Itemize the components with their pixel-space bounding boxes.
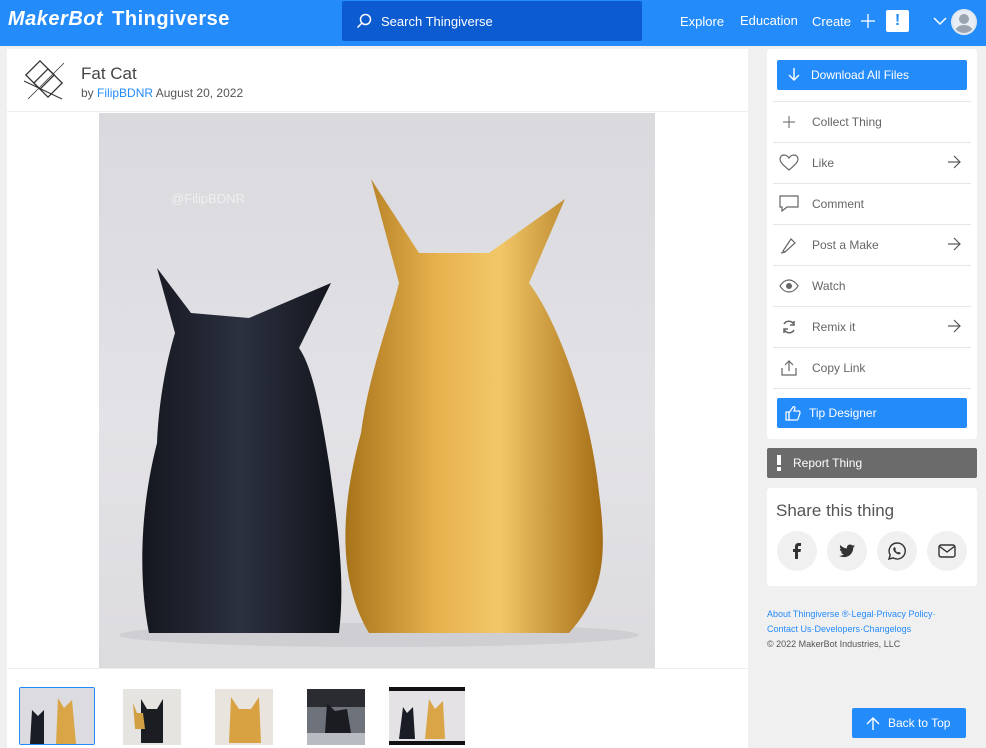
copyright-text: © 2022 MakerBot Industries, LLC bbox=[767, 639, 901, 649]
site-logo[interactable]: MakerBot Thingiverse bbox=[8, 8, 230, 31]
footer-link-contact[interactable]: Contact Us bbox=[767, 624, 812, 634]
collect-label: Collect Thing bbox=[812, 115, 882, 129]
comment-button[interactable]: Comment bbox=[773, 183, 971, 224]
email-share-button[interactable] bbox=[927, 531, 967, 571]
download-label: Download All Files bbox=[811, 68, 910, 82]
main-photo[interactable]: @FilipBDNR bbox=[99, 113, 655, 669]
nav-create-label: Create bbox=[812, 14, 852, 29]
photo-thumbnail[interactable] bbox=[19, 687, 95, 745]
download-arrow-icon bbox=[788, 68, 800, 81]
thing-header: Fat Cat by FilipBDNR August 20, 2022 bbox=[7, 49, 748, 112]
footer-link-legal[interactable]: Legal bbox=[852, 609, 874, 619]
footer-link-developers[interactable]: Developers bbox=[815, 624, 861, 634]
publish-date: August 20, 2022 bbox=[155, 86, 244, 100]
photo-thumbnail[interactable] bbox=[215, 689, 273, 745]
like-button[interactable]: Like bbox=[773, 142, 971, 183]
eye-icon bbox=[778, 276, 800, 296]
copy-link-label: Copy Link bbox=[812, 361, 866, 375]
footer-link-privacy[interactable]: Privacy Policy bbox=[877, 609, 933, 619]
notifications-button[interactable]: ! bbox=[886, 10, 909, 32]
user-icon bbox=[955, 14, 973, 33]
post-a-make-button[interactable]: Post a Make bbox=[773, 224, 971, 265]
watch-label: Watch bbox=[812, 279, 846, 293]
arrow-right-icon bbox=[948, 319, 961, 333]
thing-byline: by FilipBDNR August 20, 2022 bbox=[81, 86, 243, 100]
back-to-top-label: Back to Top bbox=[888, 716, 951, 730]
thumbnail-image bbox=[215, 689, 273, 745]
share-panel: Share this thing bbox=[767, 488, 977, 586]
photo-thumbnail[interactable] bbox=[307, 689, 365, 745]
copy-link-button[interactable]: Copy Link bbox=[773, 347, 971, 388]
nav-create[interactable]: Create bbox=[812, 14, 875, 29]
designer-avatar-icon[interactable] bbox=[22, 59, 66, 103]
divider bbox=[7, 668, 748, 669]
arrow-right-icon bbox=[948, 237, 961, 251]
comment-icon bbox=[778, 194, 800, 214]
logo-thingiverse: Thingiverse bbox=[112, 8, 230, 30]
remix-label: Remix it bbox=[812, 320, 856, 334]
actions-panel: Download All Files Collect Thing Like Co… bbox=[767, 49, 977, 439]
search-placeholder: Search Thingiverse bbox=[381, 13, 493, 29]
logo-makerbot: MakerBot bbox=[8, 8, 104, 30]
footer-line-2: Contact Us·Developers·Changelogs bbox=[767, 624, 912, 634]
arrow-right-icon bbox=[948, 155, 961, 169]
share-title: Share this thing bbox=[776, 501, 895, 520]
whatsapp-icon bbox=[888, 542, 906, 560]
thumbnail-image bbox=[307, 689, 365, 745]
exclamation-icon bbox=[777, 455, 781, 471]
share-upload-icon bbox=[778, 358, 800, 378]
tip-label: Tip Designer bbox=[809, 406, 877, 420]
top-navigation-bar: MakerBot Thingiverse Search Thingiverse … bbox=[0, 0, 986, 46]
back-to-top-button[interactable]: Back to Top bbox=[852, 708, 966, 738]
thing-main-panel: Fat Cat by FilipBDNR August 20, 2022 @Fi… bbox=[7, 49, 748, 748]
nav-explore[interactable]: Explore bbox=[680, 14, 724, 29]
thumbnail-image bbox=[20, 688, 94, 744]
comment-label: Comment bbox=[812, 197, 865, 211]
report-thing-button[interactable]: Report Thing bbox=[767, 448, 977, 478]
watch-button[interactable]: Watch bbox=[773, 265, 971, 306]
twitter-share-button[interactable] bbox=[827, 531, 867, 571]
like-label: Like bbox=[812, 156, 835, 170]
thumbnail-image bbox=[123, 689, 181, 745]
photo-thumbnail[interactable] bbox=[123, 689, 181, 745]
footer-links: About Thingiverse ®·Legal·Privacy Policy… bbox=[767, 607, 977, 652]
remix-icon bbox=[778, 317, 800, 337]
remix-button[interactable]: Remix it bbox=[773, 306, 971, 347]
report-label: Report Thing bbox=[793, 456, 863, 470]
heart-icon bbox=[778, 153, 800, 173]
photo-watermark: @FilipBDNR bbox=[171, 191, 245, 206]
thumbnail-image bbox=[389, 687, 465, 745]
footer-link-about[interactable]: About Thingiverse ® bbox=[767, 609, 849, 619]
download-all-files-button[interactable]: Download All Files bbox=[777, 60, 967, 90]
post-make-label: Post a Make bbox=[812, 238, 879, 252]
facebook-share-button[interactable] bbox=[777, 531, 817, 571]
divider bbox=[773, 388, 971, 389]
facebook-icon bbox=[793, 543, 801, 559]
author-link[interactable]: FilipBDNR bbox=[97, 86, 153, 100]
byline-prefix: by bbox=[81, 86, 94, 100]
chevron-down-icon[interactable] bbox=[933, 14, 947, 28]
arrow-up-icon bbox=[866, 717, 880, 730]
twitter-icon bbox=[839, 544, 855, 558]
footer-line-1: About Thingiverse ®·Legal·Privacy Policy… bbox=[767, 609, 936, 619]
tip-designer-button[interactable]: Tip Designer bbox=[777, 398, 967, 428]
thumbs-up-icon bbox=[785, 405, 801, 421]
nav-education[interactable]: Education bbox=[740, 13, 798, 28]
plus-icon bbox=[778, 112, 800, 132]
footer-link-changelogs[interactable]: Changelogs bbox=[863, 624, 911, 634]
search-icon bbox=[356, 13, 372, 29]
plus-icon bbox=[860, 14, 875, 28]
whatsapp-share-button[interactable] bbox=[877, 531, 917, 571]
search-input[interactable]: Search Thingiverse bbox=[342, 1, 642, 41]
avatar[interactable] bbox=[951, 9, 977, 35]
email-icon bbox=[938, 544, 956, 558]
page-title: Fat Cat bbox=[81, 64, 137, 83]
photo-thumbnail[interactable] bbox=[389, 687, 465, 745]
collect-thing-button[interactable]: Collect Thing bbox=[773, 101, 971, 142]
make-icon bbox=[778, 235, 800, 255]
